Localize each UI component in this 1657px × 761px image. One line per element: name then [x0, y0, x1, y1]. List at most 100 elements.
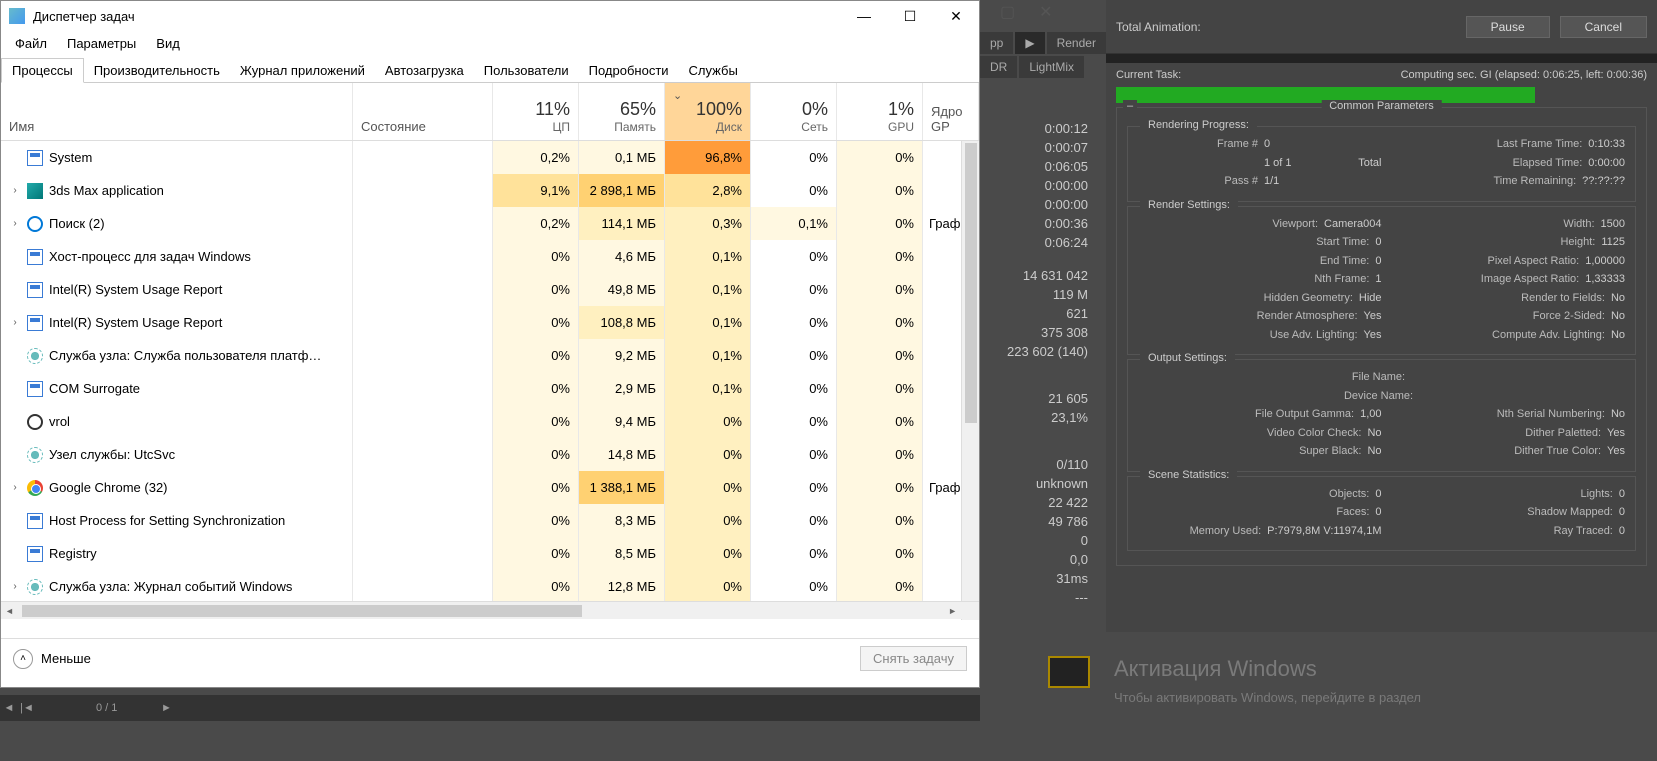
process-row[interactable]: ›Поиск (2)0,2%114,1 МБ0,3%0,1%0%Граф — [1, 207, 979, 240]
bg-timeline-prev-icon[interactable]: ◄ — [0, 702, 18, 714]
process-row[interactable]: ›Google Chrome (32)0%1 388,1 МБ0%0%0%Гра… — [1, 471, 979, 504]
gpu-cell: 0% — [837, 306, 923, 339]
expand-icon[interactable]: › — [9, 581, 21, 592]
disk-cell: 0,1% — [665, 306, 751, 339]
expand-icon[interactable]: › — [9, 218, 21, 229]
process-icon — [27, 348, 43, 364]
bg-play-icon[interactable]: ▶ — [1015, 32, 1044, 54]
tab-1[interactable]: Производительность — [84, 59, 230, 82]
process-icon — [27, 315, 43, 331]
col-Сеть[interactable]: 0%Сеть — [751, 83, 837, 140]
cpu-cell: 0% — [493, 537, 579, 570]
cpu-cell: 0% — [493, 471, 579, 504]
gpu-cell: 0% — [837, 372, 923, 405]
process-row[interactable]: ›3ds Max application9,1%2 898,1 МБ2,8%0%… — [1, 174, 979, 207]
expand-icon[interactable]: › — [9, 185, 21, 196]
bg-render-btn[interactable]: Render — [1047, 32, 1106, 54]
bg-timeline-next-icon[interactable]: ► — [157, 702, 175, 714]
fewer-details-button[interactable]: ˄ Меньше — [13, 649, 91, 669]
total-animation-label: Total Animation: — [1116, 20, 1456, 34]
menu-параметры[interactable]: Параметры — [57, 34, 146, 53]
vertical-scrollbar[interactable] — [961, 141, 979, 620]
disk-cell: 96,8% — [665, 141, 751, 174]
cancel-button[interactable]: Cancel — [1560, 16, 1647, 38]
bg-close-icon[interactable]: ✕ — [1039, 2, 1052, 22]
tabs: ПроцессыПроизводительностьЖурнал приложе… — [1, 55, 979, 83]
tab-0[interactable]: Процессы — [1, 58, 84, 83]
bg-maximize-icon[interactable]: ▢ — [1000, 2, 1015, 22]
process-row[interactable]: System0,2%0,1 МБ96,8%0%0% — [1, 141, 979, 174]
mem-cell: 0,1 МБ — [579, 141, 665, 174]
cpu-cell: 9,1% — [493, 174, 579, 207]
gpu-cell: 0% — [837, 207, 923, 240]
process-row[interactable]: ›Intel(R) System Usage Report0%108,8 МБ0… — [1, 306, 979, 339]
col-name[interactable]: Имя — [1, 83, 353, 140]
process-row[interactable]: Узел службы: UtcSvc0%14,8 МБ0%0%0% — [1, 438, 979, 471]
render-settings-group: Render Settings: Viewport:Camera004Start… — [1127, 206, 1636, 356]
menu-файл[interactable]: Файл — [5, 34, 57, 53]
col-Диск[interactable]: ⌄100%Диск — [665, 83, 751, 140]
cpu-cell: 0% — [493, 339, 579, 372]
gpu-cell: 0% — [837, 141, 923, 174]
process-row[interactable]: COM Surrogate0%2,9 МБ0,1%0%0% — [1, 372, 979, 405]
tab-5[interactable]: Подробности — [579, 59, 679, 82]
net-cell: 0% — [751, 438, 837, 471]
rendering-progress-group: Rendering Progress: Frame #0 1 of 1Total… — [1127, 126, 1636, 202]
bg-timeline[interactable]: ◄ |◄ 0 / 1 ► — [0, 695, 980, 721]
process-icon — [27, 546, 43, 562]
process-row[interactable]: Хост-процесс для задач Windows0%4,6 МБ0,… — [1, 240, 979, 273]
net-cell: 0% — [751, 141, 837, 174]
current-task-label: Current Task: — [1116, 69, 1181, 81]
tab-2[interactable]: Журнал приложений — [230, 59, 375, 82]
horizontal-scrollbar[interactable] — [1, 601, 979, 619]
windows-activation-sub: Чтобы активировать Windows, перейдите в … — [1114, 690, 1421, 705]
bg-thumbnail[interactable] — [1048, 656, 1090, 688]
titlebar[interactable]: Диспетчер задач — ☐ ✕ — [1, 1, 979, 31]
task-manager-window: Диспетчер задач — ☐ ✕ ФайлПараметрыВид П… — [0, 0, 980, 688]
disk-cell: 0,1% — [665, 273, 751, 306]
end-task-button[interactable]: Снять задачу — [860, 646, 967, 671]
process-name: Registry — [49, 546, 97, 561]
process-row[interactable]: Host Process for Setting Synchronization… — [1, 504, 979, 537]
cpu-cell: 0% — [493, 438, 579, 471]
cpu-cell: 0% — [493, 273, 579, 306]
expand-icon[interactable]: › — [9, 482, 21, 493]
net-cell: 0% — [751, 537, 837, 570]
process-row[interactable]: vrol0%9,4 МБ0%0%0% — [1, 405, 979, 438]
process-name: Служба узла: Журнал событий Windows — [49, 579, 292, 594]
process-row[interactable]: ›Служба узла: Журнал событий Windows0%12… — [1, 570, 979, 601]
bg-tab-lightmix[interactable]: LightMix — [1019, 56, 1084, 78]
maximize-button[interactable]: ☐ — [887, 1, 933, 31]
process-icon — [27, 216, 43, 232]
process-row[interactable]: Intel(R) System Usage Report0%49,8 МБ0,1… — [1, 273, 979, 306]
col-Память[interactable]: 65%Память — [579, 83, 665, 140]
close-button[interactable]: ✕ — [933, 1, 979, 31]
bg-tab-dr[interactable]: DR — [980, 56, 1017, 78]
disk-cell: 0% — [665, 537, 751, 570]
process-row[interactable]: Registry0%8,5 МБ0%0%0% — [1, 537, 979, 570]
net-cell: 0% — [751, 306, 837, 339]
tab-3[interactable]: Автозагрузка — [375, 59, 474, 82]
net-cell: 0% — [751, 240, 837, 273]
process-row[interactable]: Служба узла: Служба пользователя платф…0… — [1, 339, 979, 372]
pause-button[interactable]: Pause — [1466, 16, 1550, 38]
mem-cell: 8,3 МБ — [579, 504, 665, 537]
gpu-cell: 0% — [837, 570, 923, 601]
col-GPU[interactable]: 1%GPU — [837, 83, 923, 140]
tab-4[interactable]: Пользователи — [474, 59, 579, 82]
expand-icon[interactable]: › — [9, 317, 21, 328]
process-icon — [27, 150, 43, 166]
col-ЦП[interactable]: 11%ЦП — [493, 83, 579, 140]
disk-cell: 0,3% — [665, 207, 751, 240]
col-gpu-engine[interactable]: Ядро GP — [923, 83, 979, 140]
process-name: vrol — [49, 414, 70, 429]
tab-6[interactable]: Службы — [679, 59, 748, 82]
menu-вид[interactable]: Вид — [146, 34, 190, 53]
col-status[interactable]: Состояние — [353, 83, 493, 140]
gpu-cell: 0% — [837, 273, 923, 306]
collapse-icon[interactable]: – — [1123, 100, 1137, 112]
bg-timeline-first-icon[interactable]: |◄ — [18, 702, 36, 714]
common-parameters-section: – Common Parameters Rendering Progress: … — [1116, 107, 1647, 566]
minimize-button[interactable]: — — [841, 1, 887, 31]
bg-tab-pp[interactable]: pp — [980, 32, 1013, 54]
